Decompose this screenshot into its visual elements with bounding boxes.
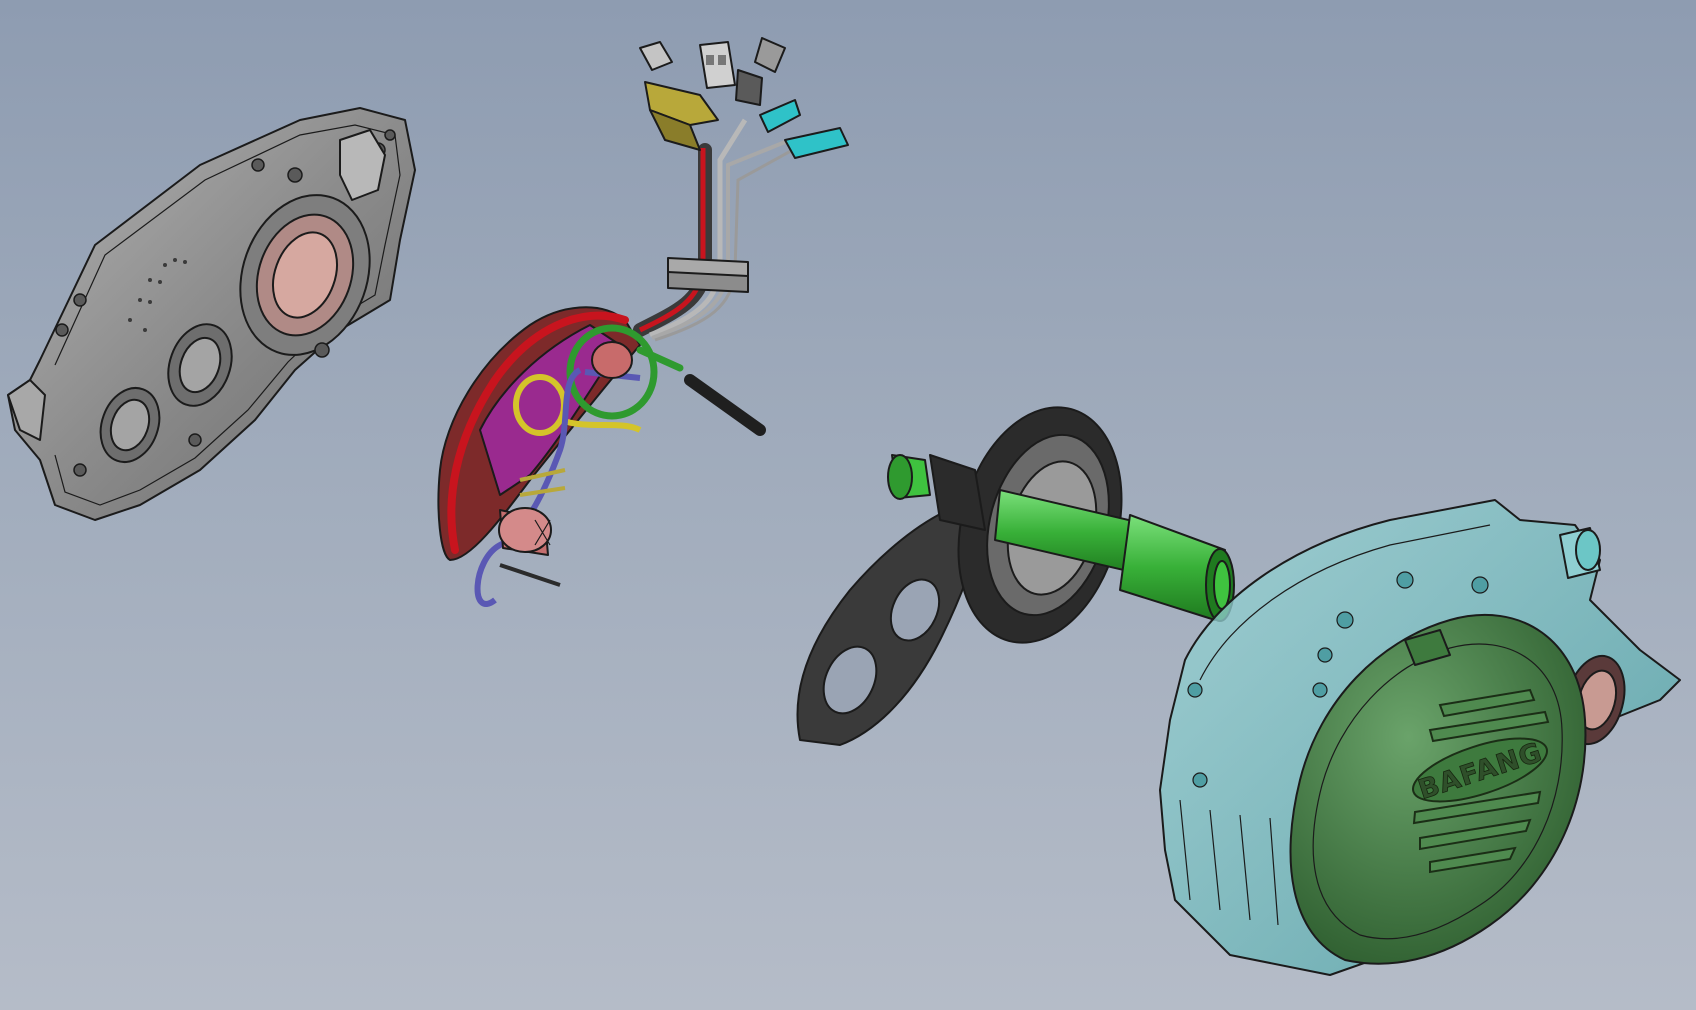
connector-cyan-2 — [784, 127, 849, 159]
connector-yellow — [644, 81, 719, 151]
harness-bundle — [633, 143, 712, 337]
connector-cyan-1 — [759, 99, 801, 133]
harness-clamp — [667, 257, 749, 293]
controller-harness[interactable] — [437, 37, 849, 607]
connector-dark — [735, 37, 786, 106]
capacitor-bottom — [498, 507, 552, 556]
capacitor-top — [591, 341, 633, 379]
exploded-assembly-view: BAFANG — [7, 37, 1681, 976]
black-cable — [684, 374, 766, 436]
controller-black-lead — [499, 563, 561, 587]
connector-white-1 — [639, 41, 673, 71]
cad-viewport[interactable]: BAFANG — [0, 0, 1696, 1010]
motor-housing[interactable]: BAFANG — [1159, 499, 1681, 976]
green-wire-tail — [636, 346, 684, 372]
housing-boss — [1559, 527, 1601, 579]
connector-white-2 — [699, 41, 736, 89]
harness-gray-wires — [649, 118, 748, 338]
left-cover-plate[interactable] — [7, 107, 416, 521]
spline-shaft-assembly[interactable] — [796, 389, 1235, 746]
cover-side-tab — [7, 379, 46, 441]
